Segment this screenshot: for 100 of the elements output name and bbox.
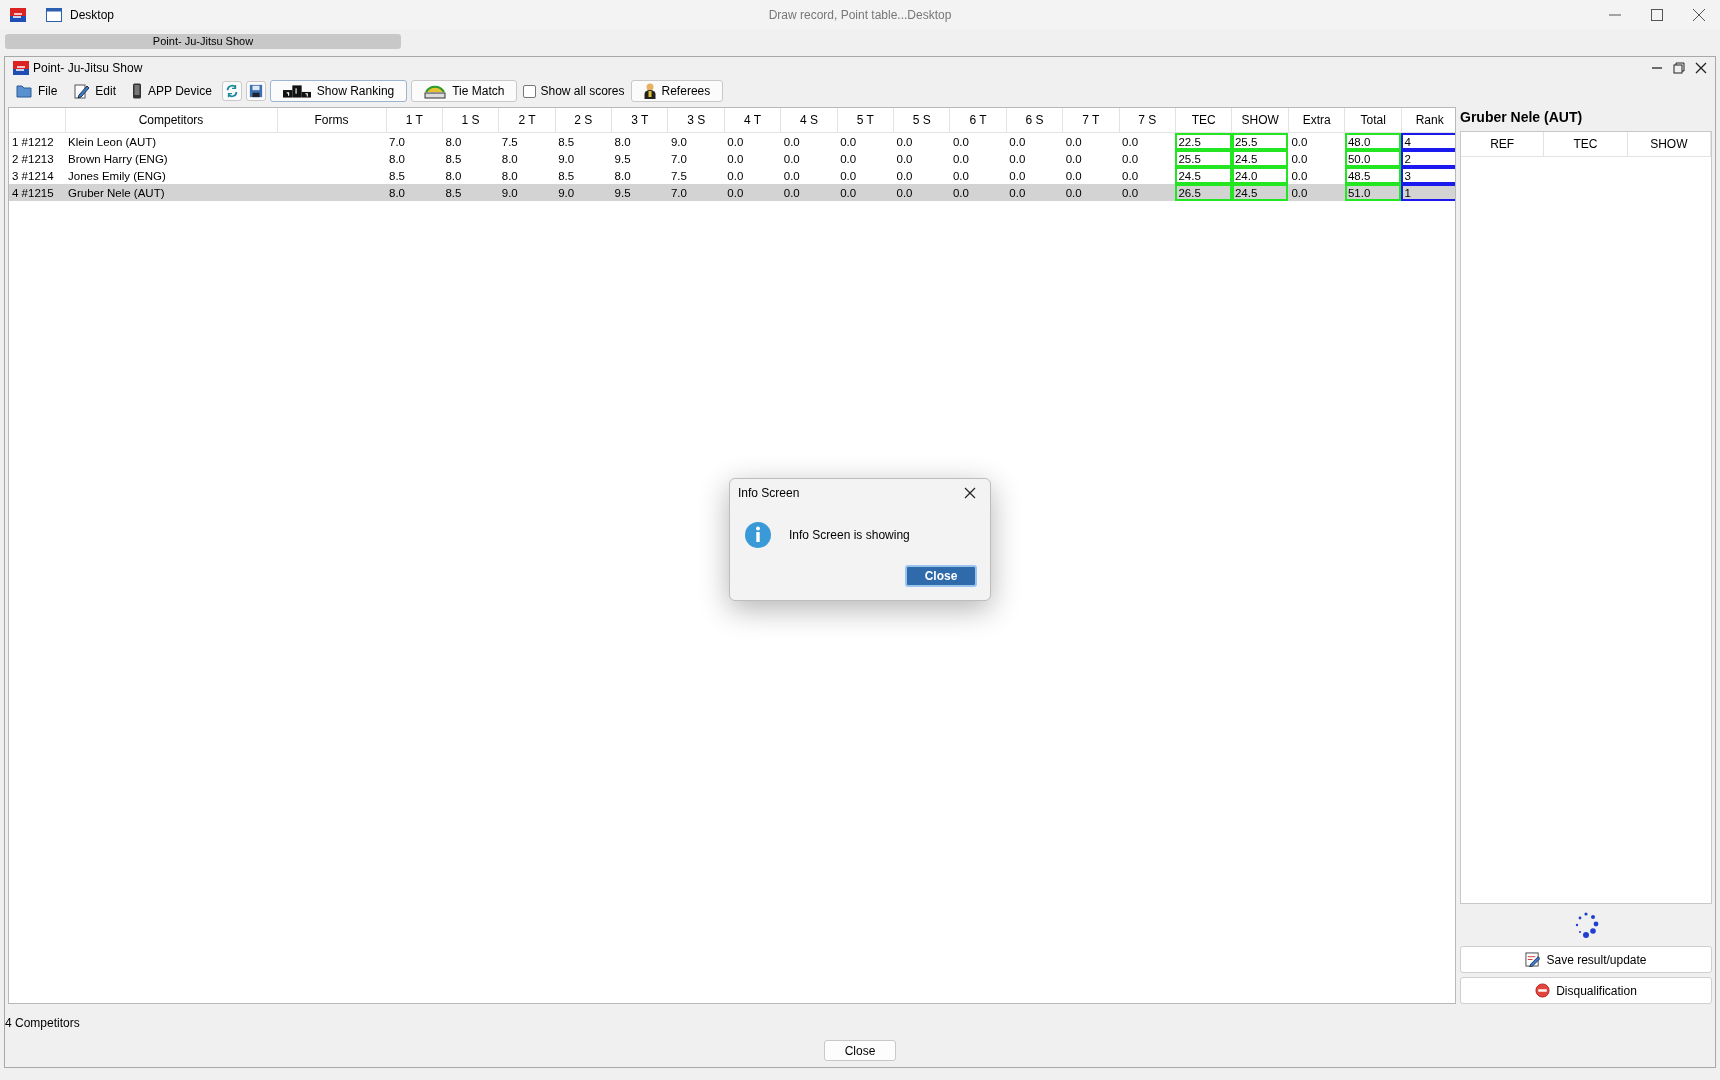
table-cell-text: 0.0 [1064,151,1083,167]
table-cell: 4 #1215 [9,184,65,201]
disqualification-button[interactable]: Disqualification [1460,977,1712,1004]
table-cell-text: Brown Harry (ENG) [67,151,169,167]
info-icon [744,521,772,549]
table-cell: 0.0 [1119,150,1176,167]
column-header[interactable]: 3 S [667,108,725,133]
window-icon [46,8,62,22]
column-header[interactable]: 6 S [1006,108,1063,133]
table-cell: 0.0 [1006,184,1063,201]
table-cell: 1 #1212 [9,132,65,150]
status-text: 4 Competitors [5,1015,81,1032]
table-cell: 2 [1401,150,1455,167]
table-cell: 0.0 [1288,167,1345,184]
table-cell: 3 #1214 [9,167,65,184]
table-cell-text: 8.0 [388,151,406,167]
table-cell: 0.0 [893,184,950,201]
table-row[interactable]: 1 #1212 Klein Leon (AUT) 7.0 8.0 7.5 8.5 8.0 9.0 0.0 0.0 0.0 0.0 0.0 0.0 0.0 0.0 22.5 25.5 0.0 48.0 4 [9,132,1455,150]
table-cell: 0.0 [1062,184,1120,201]
podium-icon [282,83,311,99]
column-header[interactable]: 1 T [386,108,443,133]
column-header[interactable]: 4 S [780,108,838,133]
table-cell: 7.5 [498,132,556,150]
table-cell: 24.5 [1231,184,1289,201]
column-header[interactable]: 7 S [1119,108,1176,133]
table-cell-text: 0.0 [839,151,858,167]
column-header[interactable]: Competitors [65,108,277,133]
table-cell: 0.0 [893,167,950,184]
table-cell: 24.0 [1231,167,1289,184]
restore-icon[interactable] [1673,62,1685,74]
menu-button[interactable]: Edit [67,80,123,102]
table-cell: 8.5 [555,132,612,150]
table-cell: 48.5 [1344,167,1402,184]
column-header[interactable]: TEC [1175,108,1232,133]
phone-icon [132,83,143,99]
table-cell: 9.0 [498,184,556,201]
table-header [9,108,65,133]
table-cell-text: 9.0 [557,151,576,167]
menu-button[interactable]: APP Device [126,80,218,102]
table-cell: 0.0 [1062,132,1120,150]
table-cell: 0.0 [1288,150,1345,167]
document-tab[interactable]: Point- Ju-Jitsu Show [5,33,401,49]
table-cell: 0.0 [724,184,781,201]
column-header[interactable]: TEC [1544,132,1628,156]
refresh-button[interactable] [221,81,242,101]
column-header[interactable]: 5 T [837,108,894,133]
column-header[interactable]: 5 S [893,108,950,133]
close-icon[interactable] [1695,62,1707,74]
toolbar-button[interactable]: Referees [630,80,724,102]
table-cell: 0.0 [949,167,1007,184]
column-header[interactable]: 2 T [498,108,556,133]
column-header[interactable]: 3 T [611,108,668,133]
table-cell: 8.5 [442,184,499,201]
table-row[interactable]: 3 #1214 Jones Emily (ENG) 8.5 8.0 8.0 8.5 8.0 7.5 0.0 0.0 0.0 0.0 0.0 0.0 0.0 0.0 24.5 24.0 0.0 48.5 3 [9,167,1455,184]
column-header[interactable]: SHOW [1231,108,1289,133]
close-icon[interactable] [964,487,976,499]
table-cell: 25.5 [1175,150,1232,167]
table-cell-text: 0.0 [782,151,801,167]
table-cell: 0.0 [1119,167,1176,184]
table-cell: 1 [1401,184,1455,201]
column-header[interactable]: 1 S [442,108,499,133]
close-icon[interactable] [1692,8,1706,22]
checkbox-label[interactable]: Show all scores [540,84,625,98]
table-row[interactable]: 2 #1213 Brown Harry (ENG) 8.0 8.5 8.0 9.0 9.5 7.0 0.0 0.0 0.0 0.0 0.0 0.0 0.0 0.0 25.5 24.5 0.0 50.0 2 [9,150,1455,167]
column-header[interactable]: Extra [1288,108,1345,133]
table-cell: 8.0 [611,167,668,184]
column-header[interactable]: REF [1461,132,1545,156]
table-cell: 0.0 [837,132,894,150]
save-button[interactable] [245,81,266,101]
window-caption: Draw record, Point table...Desktop [768,8,952,22]
column-header[interactable]: SHOW [1627,132,1711,156]
table-cell: 0.0 [780,132,838,150]
column-header[interactable]: 2 S [555,108,612,133]
column-header[interactable]: Total [1344,108,1402,133]
table-cell: 0.0 [1006,167,1063,184]
table-cell-text: 0.0 [895,151,914,167]
menu-button[interactable]: File [10,80,64,102]
column-header[interactable]: 6 T [949,108,1007,133]
column-header[interactable]: Forms [277,108,386,133]
column-header[interactable]: 4 T [724,108,781,133]
table-row[interactable]: 4 #1215 Gruber Nele (AUT) 8.0 8.5 9.0 9.0 9.5 7.0 0.0 0.0 0.0 0.0 0.0 0.0 0.0 0.0 26.5 24.5 0.0 51.0 1 [9,184,1455,201]
table-cell: 0.0 [1119,184,1176,201]
table-cell-text: 0.0 [726,151,745,167]
table-cell: 3 [1401,167,1455,184]
toolbar-button[interactable]: Tie Match [411,80,518,102]
maximize-icon[interactable] [1650,8,1664,22]
column-header[interactable]: 7 T [1062,108,1120,133]
column-header[interactable]: Rank [1401,108,1455,133]
refresh-icon [224,84,239,98]
save-result-button[interactable]: Save result/update [1460,946,1712,973]
dialog-close-button[interactable]: Close [905,565,977,587]
toolbar-button[interactable]: Show Ranking [269,80,408,102]
table-cell: 0.0 [893,132,950,150]
table-cell: 0.0 [1288,132,1345,150]
table-cell-text: 9.5 [613,151,632,167]
checkbox[interactable] [523,84,537,98]
close-button[interactable]: Close [824,1040,896,1061]
table-cell: 0.0 [1006,132,1063,150]
table-cell: 22.5 [1175,132,1232,150]
table-cell: 0.0 [1062,167,1120,184]
